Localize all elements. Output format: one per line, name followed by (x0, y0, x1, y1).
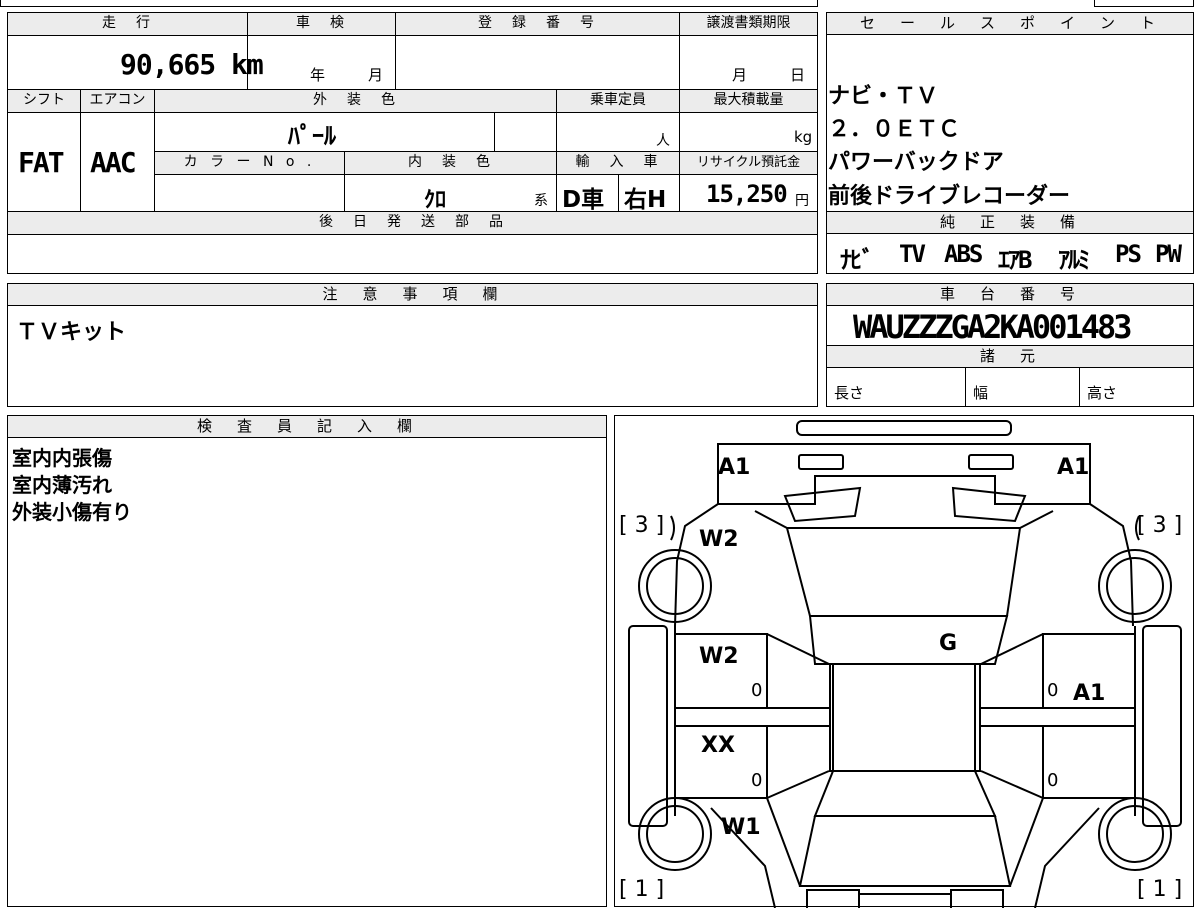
inspector-line-3: 外装小傷有り (12, 500, 132, 524)
right-fender (1089, 503, 1134, 627)
equip-abs: ABS (944, 240, 983, 268)
mileage-value: 90,665 km (120, 48, 264, 81)
left-front-door-damage: W2 (699, 644, 739, 669)
recycle-value: 15,250 (706, 180, 788, 208)
inspector-label: 検 査 員 記 入 欄 (7, 415, 607, 438)
left-rear-door-damage: XX (701, 733, 735, 758)
handle-value: 右H (624, 187, 667, 213)
ac-label: エアコン (80, 89, 155, 113)
equip-ps: PS (1115, 240, 1142, 268)
kei-unit: 系 (534, 193, 548, 209)
spec-label: 諸 元 (826, 345, 1194, 368)
equip-pw: PW (1155, 240, 1182, 268)
sales-line-4: 前後ドライブレコーダー (828, 184, 1071, 209)
maxload-label: 最大積載量 (679, 89, 818, 113)
sales-point-label: セ ー ル ス ポ イ ン ト (826, 12, 1194, 35)
roof-damage: G (939, 631, 957, 656)
left-fender (674, 503, 719, 627)
shift-label: シフト (7, 89, 81, 113)
spec-height-label: 高さ (1087, 384, 1118, 402)
mileage-label: 走 行 (7, 12, 248, 36)
ac-value: AAC (90, 146, 137, 179)
rear-bumper-right (950, 889, 1004, 908)
registration-label: 登 録 番 号 (395, 12, 680, 36)
roof-panel (829, 663, 981, 772)
spec-width-label: 幅 (973, 384, 989, 402)
front-right-wheel-icon (1098, 549, 1172, 623)
sales-line-3: パワーバックドア (828, 150, 1004, 175)
equip-navi: ﾅﾋﾞ (840, 246, 874, 274)
car-diagram: A1 A1 [ 3 ] [ 3 ] [ 1 ] [ 1 ] W2 W2 XX W… (619, 420, 1182, 908)
ext-color-value: ﾊﾟｰﾙ (288, 122, 336, 150)
rear-bumper-left (806, 889, 860, 908)
chassis-label: 車 台 番 号 (826, 283, 1194, 306)
sales-line-1: ナビ・ＴＶ (828, 84, 939, 109)
equipment-label: 純 正 装 備 (826, 211, 1194, 234)
damage-diagram-panel: A1 A1 [ 3 ] [ 3 ] [ 1 ] [ 1 ] W2 W2 XX W… (614, 415, 1194, 908)
shaken-year-label: 年 (310, 66, 326, 84)
transfer-month-label: 月 (732, 66, 748, 84)
color-no-label: カ ラ ー N o . (154, 151, 345, 175)
int-color-cell (344, 174, 557, 212)
int-color-label: 内 装 色 (344, 151, 557, 175)
top-strip-right (1094, 0, 1194, 7)
left-rear-window-damage: W1 (721, 815, 761, 840)
equip-alloy: ｱﾙﾐ (1058, 246, 1090, 274)
equip-tv: TV (899, 240, 926, 268)
ext-color-sub-cell (494, 112, 557, 152)
import-value: D車 (562, 187, 605, 213)
import-label: 輸 入 車 (556, 151, 680, 175)
later-parts-label: 後 日 発 送 部 品 (7, 211, 818, 235)
zero-mark-3: 0 (1047, 680, 1058, 701)
equip-airbag: ｴｱB (998, 246, 1032, 274)
inspector-line-1: 室内内張傷 (12, 446, 112, 470)
rear-window (798, 815, 1012, 887)
rear-quarter-right (1009, 797, 1100, 908)
registration-cell (395, 35, 680, 90)
windshield-damage: W2 (699, 527, 739, 552)
spec-length-label: 長さ (834, 384, 865, 402)
front-left-damage: A1 (718, 455, 750, 480)
kg-unit: kg (794, 128, 813, 146)
recycle-label: リサイクル預託金 (679, 151, 818, 175)
bracket-tl (670, 515, 675, 541)
bracket-right-bottom: [ 1 ] (1137, 877, 1182, 902)
headlight-right-icon (968, 454, 1014, 470)
bracket-right-top: [ 3 ] (1137, 513, 1182, 538)
right-sill (1142, 625, 1182, 827)
shaken-label: 車 検 (247, 12, 396, 36)
front-outline (717, 443, 1091, 505)
sales-line-2: ２．０ＥＴＣ (828, 117, 961, 142)
bracket-left-bottom: [ 1 ] (619, 877, 664, 902)
front-right-wheel-inner (1106, 557, 1164, 615)
bracket-left-top: [ 3 ] (619, 513, 664, 538)
transfer-day-label: 日 (790, 66, 806, 84)
capacity-label: 乗車定員 (556, 89, 680, 113)
inspector-line-2: 室内薄汚れ (12, 473, 112, 497)
person-unit: 人 (656, 133, 670, 149)
zero-mark-4: 0 (1047, 770, 1058, 791)
headlight-left-icon (798, 454, 844, 470)
left-sill (628, 625, 668, 827)
notes-text: ＴＶキット (16, 320, 127, 345)
zero-mark-2: 0 (751, 770, 762, 791)
transfer-deadline-label: 譲渡書類期限 (679, 12, 818, 36)
notes-body (7, 305, 818, 407)
windshield-glass (785, 527, 1022, 617)
color-no-cell (154, 174, 345, 212)
roof-outline (808, 615, 1009, 817)
right-front-door-damage: A1 (1073, 681, 1105, 706)
later-parts-cell (7, 234, 818, 274)
chassis-number: WAUZZZGA2KA001483 (853, 308, 1133, 346)
shift-value: FAT (18, 146, 65, 179)
front-bumper (796, 420, 1012, 436)
ext-color-label: 外 装 色 (154, 89, 557, 113)
zero-mark-1: 0 (751, 680, 762, 701)
top-strip (0, 0, 818, 7)
front-right-damage: A1 (1057, 455, 1089, 480)
shaken-month-label: 月 (368, 66, 384, 84)
yen-unit: 円 (795, 193, 809, 209)
notes-label: 注 意 事 項 欄 (7, 283, 818, 306)
int-color-value: ｸﾛ (424, 188, 447, 213)
